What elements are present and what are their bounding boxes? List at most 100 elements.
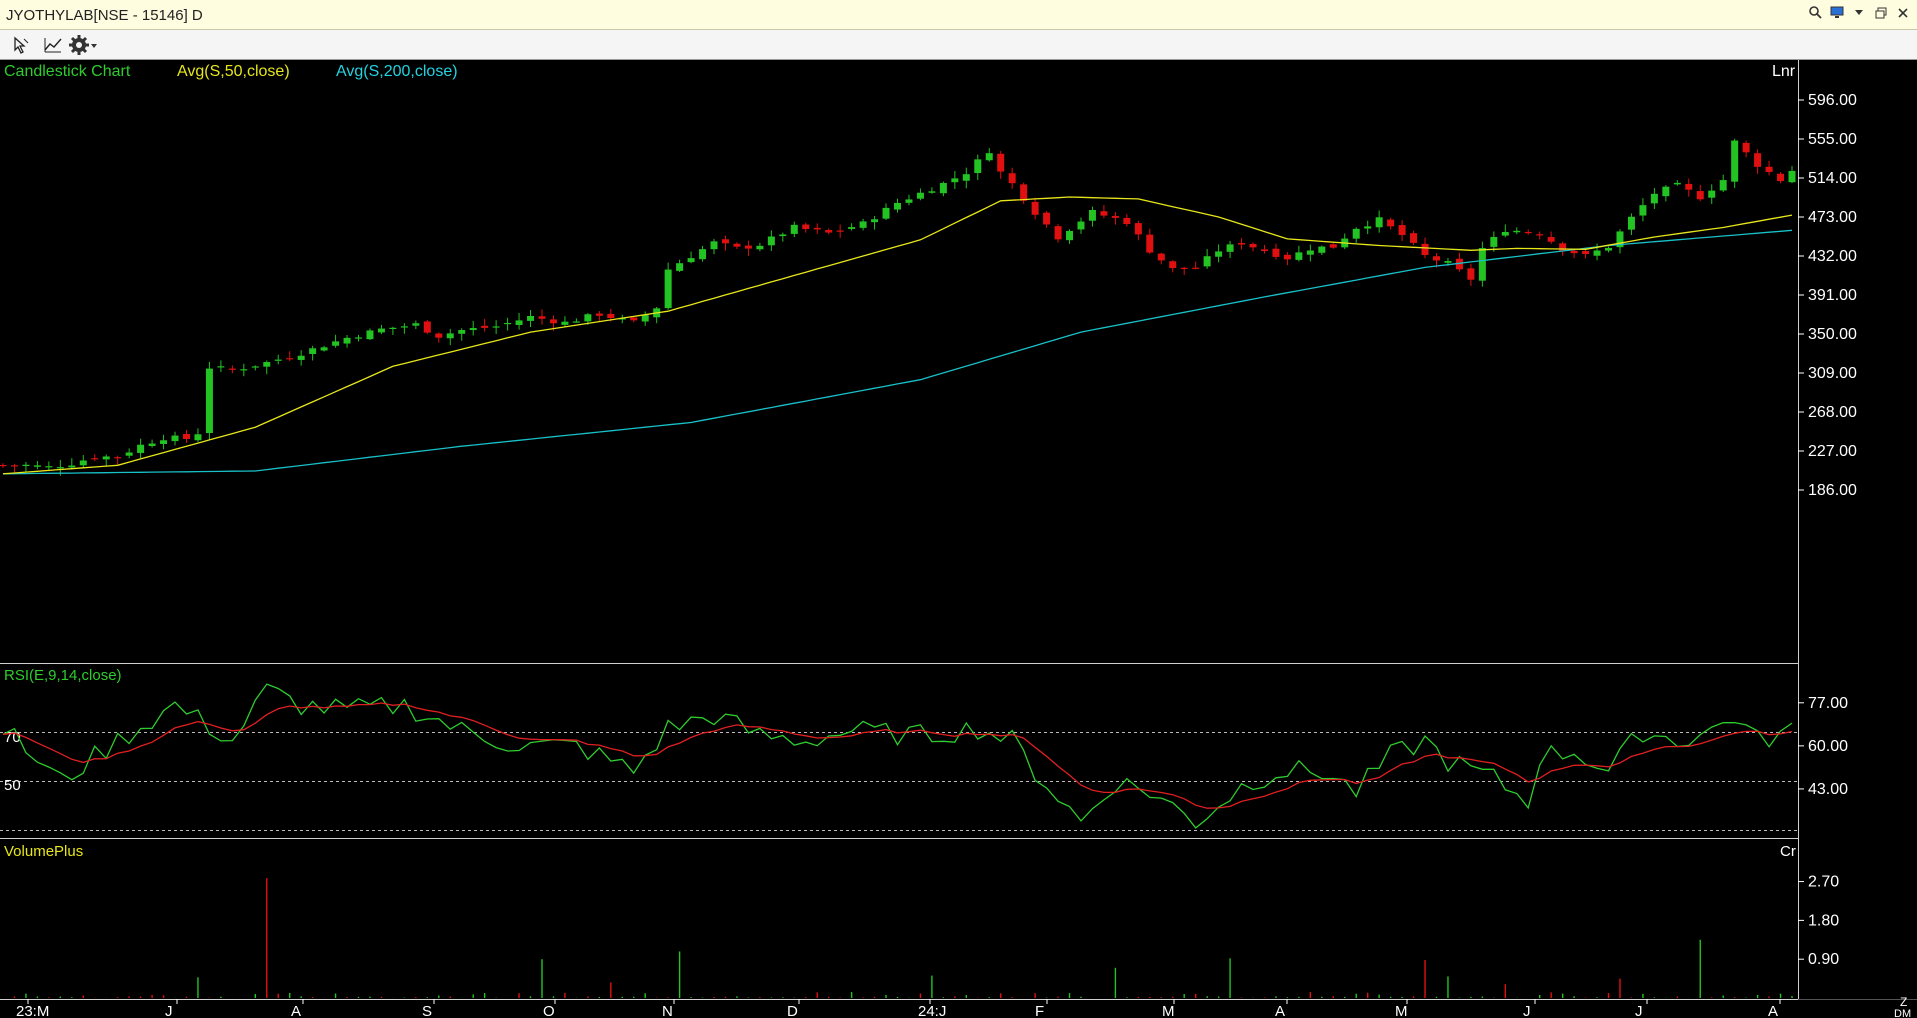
candle-body bbox=[1639, 205, 1647, 216]
candle-body bbox=[355, 337, 363, 339]
price-tick-label: 227.00 bbox=[1808, 443, 1857, 460]
chart-type-icon[interactable] bbox=[42, 34, 64, 56]
chart-canvas[interactable]: Candlestick Chart Avg(S,50,close) Avg(S,… bbox=[0, 60, 1917, 1018]
candle-body bbox=[641, 315, 649, 322]
candle-body bbox=[905, 199, 913, 203]
candle-body bbox=[492, 326, 500, 328]
candle-body bbox=[160, 440, 168, 444]
x-tick-label: J bbox=[165, 1003, 173, 1018]
candle-body bbox=[1318, 246, 1326, 253]
candle-body bbox=[985, 153, 993, 161]
candle-body bbox=[676, 263, 684, 271]
candle-body bbox=[951, 178, 959, 183]
x-tick-label: F bbox=[1035, 1003, 1044, 1018]
candle-body bbox=[813, 227, 821, 230]
candle-body bbox=[790, 224, 798, 234]
candle-body bbox=[997, 153, 1005, 172]
candle-body bbox=[1547, 237, 1555, 242]
candle-body bbox=[687, 258, 695, 263]
legend-sma50: Avg(S,50,close) bbox=[177, 63, 290, 80]
candle-body bbox=[1582, 251, 1590, 255]
candle-body bbox=[148, 443, 156, 447]
candle-body bbox=[1650, 193, 1658, 204]
candle-body bbox=[1169, 261, 1177, 269]
candle-body bbox=[1673, 182, 1681, 185]
x-tick-label: M bbox=[1162, 1003, 1175, 1018]
candle-body bbox=[1662, 186, 1670, 197]
x-tick-label: 24:J bbox=[918, 1003, 946, 1018]
candle-body bbox=[137, 444, 145, 453]
search-icon[interactable] bbox=[1807, 5, 1823, 24]
candle-body bbox=[1410, 233, 1418, 243]
candle-body bbox=[1111, 215, 1119, 218]
candle-body bbox=[1249, 243, 1257, 248]
price-tick-label: 432.00 bbox=[1808, 248, 1857, 265]
legend-volume: VolumePlus bbox=[4, 843, 83, 860]
corner-label-dm: DM bbox=[1894, 1008, 1911, 1018]
candle-body bbox=[332, 341, 340, 346]
candle-body bbox=[836, 230, 844, 232]
close-icon[interactable] bbox=[1895, 6, 1911, 24]
candle-body bbox=[1501, 231, 1509, 236]
x-tick-label: J bbox=[1523, 1003, 1531, 1018]
chart-toolbar bbox=[0, 30, 1917, 60]
candle-body bbox=[320, 347, 328, 351]
candle-body bbox=[1421, 243, 1429, 256]
candle-body bbox=[733, 243, 741, 247]
candle-body bbox=[171, 435, 179, 442]
candle-body bbox=[343, 337, 351, 344]
dropdown-icon[interactable] bbox=[1851, 5, 1867, 24]
candle-body bbox=[1627, 216, 1635, 230]
candle-body bbox=[1731, 140, 1739, 182]
candle-body bbox=[1478, 248, 1486, 281]
candle-body bbox=[1536, 234, 1544, 236]
candle-body bbox=[1719, 180, 1727, 191]
candle-body bbox=[1295, 252, 1303, 260]
candle-body bbox=[538, 316, 546, 319]
candle-body bbox=[114, 457, 122, 459]
screen-icon[interactable] bbox=[1829, 5, 1845, 24]
candle-body bbox=[756, 245, 764, 250]
candle-body bbox=[871, 219, 879, 223]
candle-body bbox=[1203, 256, 1211, 267]
rsi-tick-label: 60.00 bbox=[1808, 738, 1848, 755]
candle-body bbox=[68, 465, 76, 468]
candle-body bbox=[400, 326, 408, 328]
candle-body bbox=[699, 249, 707, 260]
candle-body bbox=[561, 321, 569, 325]
candle-body bbox=[1513, 230, 1521, 233]
legend-candlestick: Candlestick Chart bbox=[4, 63, 131, 80]
candle-body bbox=[779, 234, 787, 237]
candle-body bbox=[251, 366, 259, 368]
candle-body bbox=[584, 314, 592, 322]
candle-body bbox=[974, 159, 982, 173]
sma200-line bbox=[2, 229, 1793, 475]
candle-body bbox=[274, 359, 282, 361]
candle-body bbox=[1387, 219, 1395, 227]
legend-sma200: Avg(S,200,close) bbox=[336, 63, 458, 80]
candle-body bbox=[389, 327, 397, 329]
settings-icon[interactable] bbox=[68, 34, 98, 56]
candle-body bbox=[527, 316, 535, 321]
rsi-line bbox=[2, 683, 1793, 829]
candle-body bbox=[1685, 183, 1693, 190]
volume-scale-label: Cr bbox=[1780, 843, 1796, 860]
restore-icon[interactable] bbox=[1873, 6, 1889, 24]
candle-body bbox=[1765, 166, 1773, 172]
candle-body bbox=[595, 313, 603, 316]
window-controls bbox=[1807, 5, 1911, 24]
x-tick-label: D bbox=[787, 1003, 798, 1018]
candle-body bbox=[1180, 267, 1188, 269]
candle-body bbox=[469, 328, 477, 331]
candle-body bbox=[412, 323, 420, 326]
candle-body bbox=[710, 241, 718, 250]
candle-body bbox=[1490, 236, 1498, 247]
candle-body bbox=[1432, 256, 1440, 261]
candle-body bbox=[1031, 201, 1039, 215]
candle-body bbox=[263, 362, 271, 367]
x-tick-label: S bbox=[422, 1003, 432, 1018]
candle-body bbox=[859, 221, 867, 228]
candle-body bbox=[79, 460, 87, 466]
cursor-icon[interactable] bbox=[10, 34, 32, 56]
candle-body bbox=[1524, 231, 1532, 234]
